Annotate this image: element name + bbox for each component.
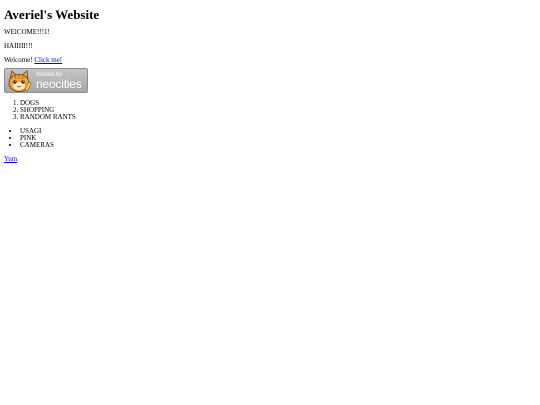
page: Averiel's Website WElCOME!!!1! HAIIIII!!… — [0, 7, 540, 163]
unordered-topic-list: USAGI PINK CAMERAS — [4, 128, 536, 149]
ordered-topic-list: DOGS SHOPPING RANDOM RANTS — [4, 100, 536, 121]
greeting-text: HAIIIII!!! — [4, 42, 33, 50]
list-item: CAMERAS — [20, 142, 536, 149]
welcome-label: Welcome! — [4, 56, 35, 64]
list-item: SHOPPING — [20, 107, 536, 114]
yum-link[interactable]: Yum — [4, 155, 17, 163]
neocities-cat-logo-icon — [8, 70, 32, 92]
list-item: USAGI — [20, 128, 536, 135]
welcome-line: Welcome! Click me! — [4, 57, 536, 64]
page-title: Averiel's Website — [4, 7, 100, 22]
list-item: PINK — [20, 135, 536, 142]
click-me-link[interactable]: Click me! — [34, 56, 62, 64]
list-item: DOGS — [20, 100, 536, 107]
welcome-heading-text: WElCOME!!!1! — [4, 28, 50, 36]
list-item: RANDOM RANTS — [20, 114, 536, 121]
badge-brand-label: neocities — [36, 77, 82, 91]
footer-link-row: Yum — [4, 156, 536, 163]
neocities-badge[interactable]: hosted by neocities — [4, 68, 88, 93]
